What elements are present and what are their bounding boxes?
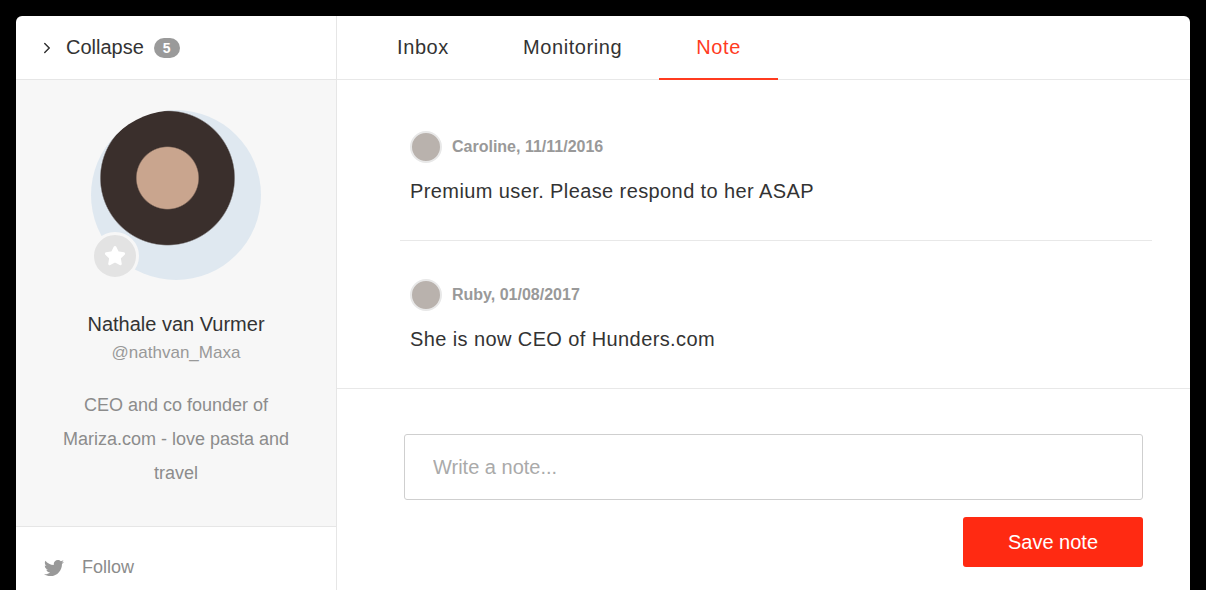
app-stage: Collapse 5 Nathale van Vurmer@nathvan_Maxa… [0, 0, 1206, 590]
contact-panel: Collapse 5 Nathale van Vurmer@nathvan_Maxa… [16, 16, 1190, 590]
note-text: Premium user. Please respond to her ASAP [410, 177, 1142, 205]
tab[interactable]: Note [659, 16, 778, 80]
note-byline: Caroline, 11/11/2016 [410, 131, 1142, 163]
follow-button[interactable]: Follow [16, 526, 336, 590]
note-input[interactable] [404, 434, 1143, 500]
collapse-toggle[interactable]: Collapse 5 [16, 16, 336, 80]
star-button[interactable] [91, 232, 139, 280]
twitter-icon [44, 558, 64, 578]
sidebar: Collapse 5 Nathale van Vurmer@nathvan_Maxa… [16, 16, 337, 590]
author-avatar [410, 279, 442, 311]
profile-section: Nathale van Vurmer@nathvan_Maxa CEO and c… [16, 80, 336, 526]
author-avatar [410, 131, 442, 163]
collapse-label: Collapse [66, 36, 144, 59]
tab[interactable]: Monitoring [486, 16, 659, 80]
profile-handle: @nathvan_Maxa [112, 338, 241, 368]
note-byline: Ruby, 01/08/2017 [410, 279, 1142, 311]
note-list: Caroline, 11/11/2016 Premium user. Please… [337, 80, 1190, 388]
note-text: She is now CEO of Hunders.com [410, 325, 1142, 353]
main-area: InboxMonitoringNote Caroline, 11/11/2016 P… [337, 16, 1190, 590]
profile-name: Nathale van Vurmer [87, 310, 264, 338]
note-item: Ruby, 01/08/2017 She is now CEO of Hunder… [400, 241, 1152, 388]
profile-bio: CEO and co founder of Mariza.com - love … [56, 388, 296, 490]
note-composer: Save note [337, 388, 1190, 567]
count-badge: 5 [154, 38, 180, 58]
tab[interactable]: Inbox [360, 16, 486, 80]
save-note-button[interactable]: Save note [963, 517, 1143, 567]
chevron-right-icon [38, 39, 56, 57]
note-item: Caroline, 11/11/2016 Premium user. Please… [400, 93, 1152, 241]
star-icon [104, 245, 126, 267]
note-author-date: Ruby, 01/08/2017 [452, 286, 580, 304]
follow-label: Follow [82, 557, 134, 578]
tab-bar: InboxMonitoringNote [337, 16, 1190, 80]
avatar [91, 110, 261, 280]
note-author-date: Caroline, 11/11/2016 [452, 138, 603, 156]
